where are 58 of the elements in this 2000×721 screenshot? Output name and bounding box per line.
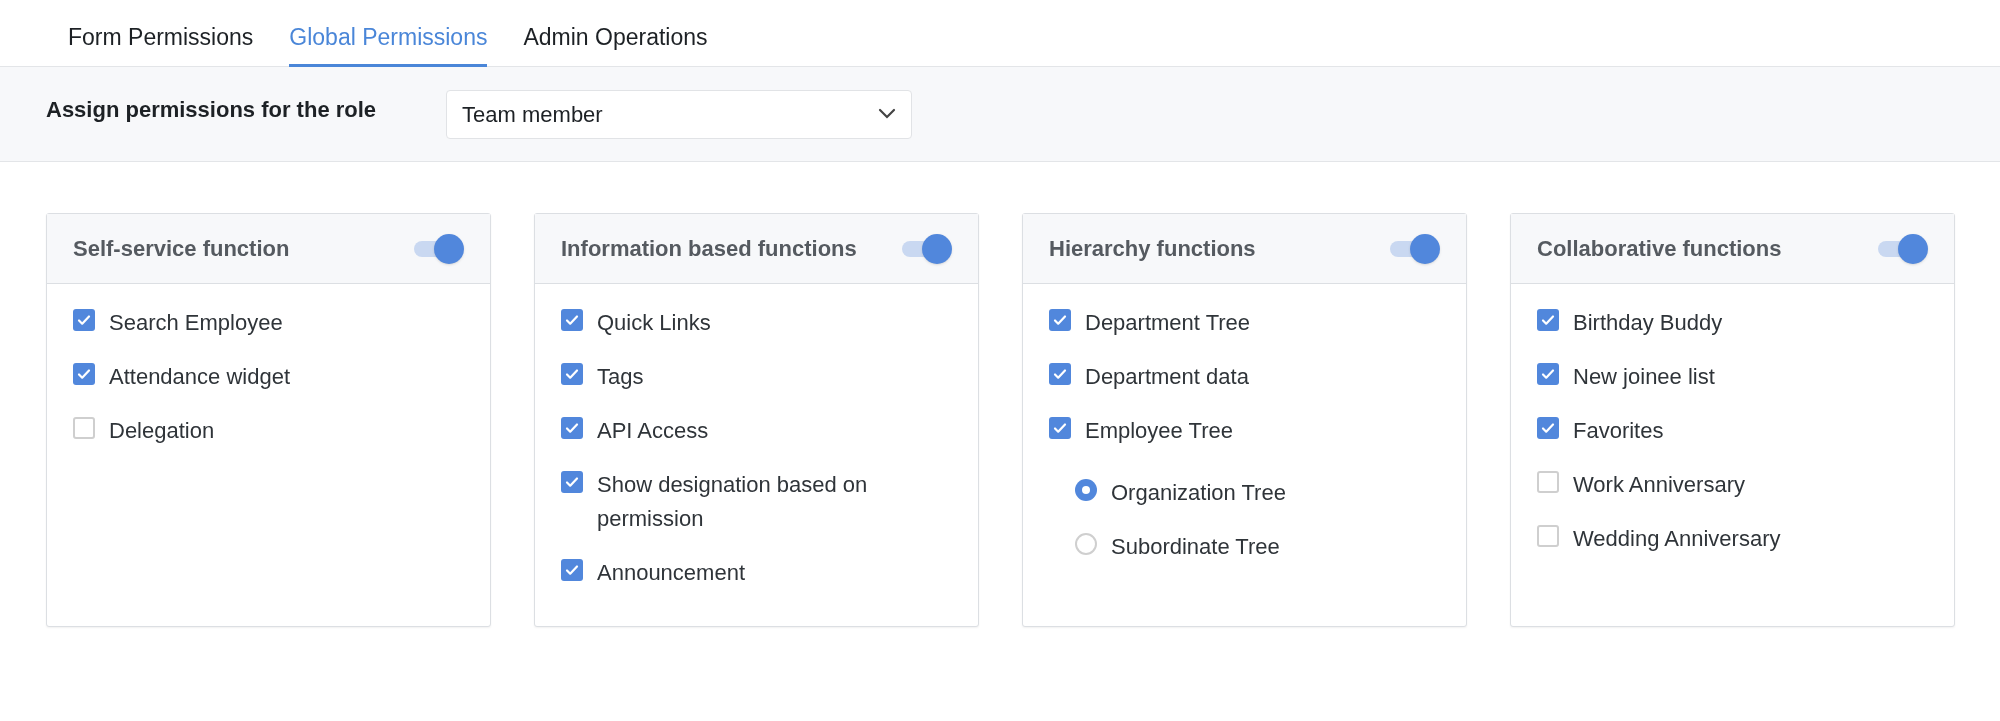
role-label: Assign permissions for the role (46, 95, 377, 124)
tab[interactable]: Admin Operations (523, 19, 708, 67)
checkmark-icon (76, 312, 92, 328)
option-label: Wedding Anniversary (1573, 525, 1781, 553)
card-title: Hierarchy functions (1049, 235, 1256, 263)
checkbox[interactable] (73, 363, 95, 385)
checkbox[interactable] (73, 417, 95, 439)
checkmark-icon (1052, 420, 1068, 436)
option-label: Favorites (1573, 417, 1664, 445)
checkmark-icon (1052, 312, 1068, 328)
option-label: Quick Links (597, 309, 711, 337)
chevron-down-icon (878, 108, 897, 120)
option-label: Announcement (597, 559, 745, 587)
checkbox[interactable] (73, 309, 95, 331)
option-label: Search Employee (109, 309, 283, 337)
checkmark-icon (564, 562, 580, 578)
card-title: Collaborative functions (1537, 235, 1782, 263)
checkbox[interactable] (1537, 417, 1559, 439)
option-label: Birthday Buddy (1573, 309, 1723, 337)
option-label: Show designation based on permission (597, 471, 869, 533)
option-label: Department Tree (1085, 309, 1251, 337)
tab[interactable]: Form Permissions (68, 19, 254, 67)
role-dropdown[interactable]: Team member (446, 89, 913, 139)
checkmark-icon (1052, 366, 1068, 382)
option-label: Organization Tree (1111, 479, 1286, 507)
checkbox[interactable] (1049, 309, 1071, 331)
checkbox[interactable] (561, 559, 583, 581)
card-title: Information based functions (561, 235, 857, 263)
option-label: API Access (597, 417, 709, 445)
checkbox[interactable] (561, 417, 583, 439)
card-title: Self-service function (73, 235, 290, 263)
option-label: Tags (597, 363, 644, 391)
checkbox[interactable] (1049, 417, 1071, 439)
checkmark-icon (76, 366, 92, 382)
option-label: Department data (1085, 363, 1249, 391)
checkmark-icon (1540, 420, 1556, 436)
checkmark-icon (564, 474, 580, 490)
checkmark-icon (564, 366, 580, 382)
option-label: Attendance widget (109, 363, 291, 391)
checkbox[interactable] (561, 309, 583, 331)
checkbox[interactable] (1537, 525, 1559, 547)
option-label: Work Anniversary (1573, 471, 1745, 499)
checkbox[interactable] (561, 471, 583, 493)
checkmark-icon (1540, 366, 1556, 382)
checkbox[interactable] (1049, 363, 1071, 385)
option-label: Subordinate Tree (1111, 533, 1280, 561)
checkbox[interactable] (1537, 363, 1559, 385)
checkmark-icon (1540, 312, 1556, 328)
checkmark-icon (564, 312, 580, 328)
checkmark-icon (564, 420, 580, 436)
option-label: Delegation (109, 417, 215, 445)
checkbox[interactable] (561, 363, 583, 385)
radio-button[interactable] (1075, 479, 1097, 501)
checkbox[interactable] (1537, 471, 1559, 493)
radio-button[interactable] (1075, 533, 1097, 555)
option-label: Employee Tree (1085, 417, 1233, 445)
option-label: New joinee list (1573, 363, 1715, 391)
checkbox[interactable] (1537, 309, 1559, 331)
